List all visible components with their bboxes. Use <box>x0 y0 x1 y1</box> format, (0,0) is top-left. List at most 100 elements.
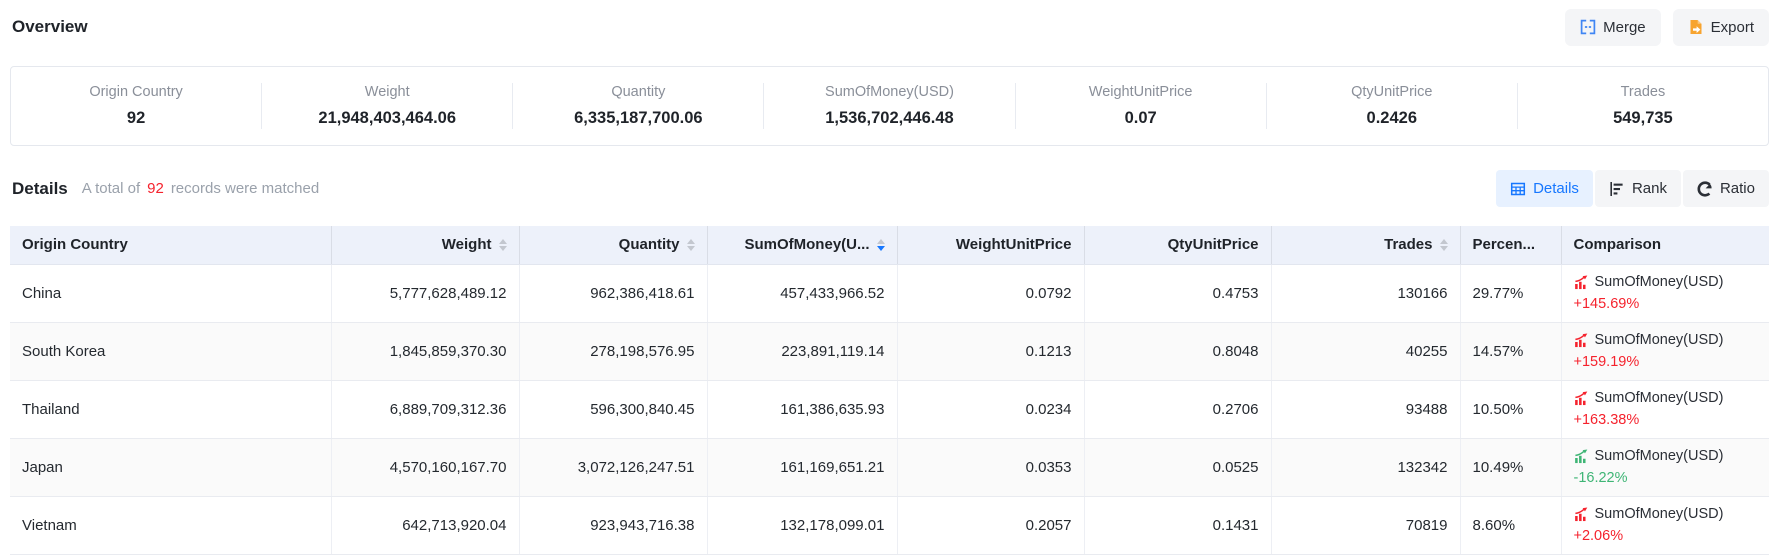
stat-label: Origin Country <box>11 84 261 100</box>
comparison: SumOfMoney(USD) -16.22% <box>1574 448 1758 486</box>
cell-sum-of-money: 457,433,966.52 <box>707 264 897 322</box>
stat-value: 21,948,403,464.06 <box>262 109 512 128</box>
column-header-comparison: Comparison <box>1561 226 1769 264</box>
stat-label: QtyUnitPrice <box>1267 84 1517 100</box>
tab-details-label: Details <box>1533 180 1579 197</box>
cell-sum-of-money: 223,891,119.14 <box>707 322 897 380</box>
tab-rank-label: Rank <box>1632 180 1667 197</box>
comparison: SumOfMoney(USD) +159.19% <box>1574 332 1758 370</box>
cell-quantity: 278,198,576.95 <box>519 322 707 380</box>
topbar-actions: Merge Export <box>1565 9 1769 46</box>
trend-chart-icon <box>1574 333 1589 348</box>
table-row[interactable]: China 5,777,628,489.12 962,386,418.61 45… <box>10 264 1769 322</box>
cell-percent: 10.49% <box>1460 438 1561 496</box>
cell-trades: 93488 <box>1271 380 1460 438</box>
cell-quantity: 596,300,840.45 <box>519 380 707 438</box>
sort-carets[interactable] <box>687 239 695 251</box>
cell-qty-unit-price: 0.2706 <box>1084 380 1271 438</box>
cell-qty-unit-price: 0.8048 <box>1084 322 1271 380</box>
comparison-change: +159.19% <box>1574 354 1758 370</box>
page: Overview Merge Export Origin Country 92 … <box>0 0 1779 555</box>
merge-icon <box>1580 19 1596 35</box>
column-header-origin-country: Origin Country <box>10 226 331 264</box>
column-header-quantity[interactable]: Quantity <box>519 226 707 264</box>
cell-comparison: SumOfMoney(USD) -16.22% <box>1561 438 1769 496</box>
merge-button-label: Merge <box>1603 19 1646 36</box>
stat-label: Quantity <box>513 84 763 100</box>
column-header-sum-of-money[interactable]: SumOfMoney(U... <box>707 226 897 264</box>
cell-percent: 29.77% <box>1460 264 1561 322</box>
comparison-change: +163.38% <box>1574 412 1758 428</box>
comparison-change: -16.22% <box>1574 470 1758 486</box>
trend-chart-icon <box>1574 449 1589 464</box>
table-row[interactable]: South Korea 1,845,859,370.30 278,198,576… <box>10 322 1769 380</box>
cell-quantity: 3,072,126,247.51 <box>519 438 707 496</box>
table-row[interactable]: Japan 4,570,160,167.70 3,072,126,247.51 … <box>10 438 1769 496</box>
table-row[interactable]: Thailand 6,889,709,312.36 596,300,840.45… <box>10 380 1769 438</box>
cell-qty-unit-price: 0.4753 <box>1084 264 1271 322</box>
cell-weight: 4,570,160,167.70 <box>331 438 519 496</box>
stat-label: Weight <box>262 84 512 100</box>
column-header-trades[interactable]: Trades <box>1271 226 1460 264</box>
export-icon <box>1688 19 1704 35</box>
stat-value: 0.2426 <box>1267 109 1517 128</box>
cell-weight: 5,777,628,489.12 <box>331 264 519 322</box>
record-count-text: A total of92records were matched <box>82 180 319 197</box>
merge-button[interactable]: Merge <box>1565 9 1661 46</box>
comparison: SumOfMoney(USD) +145.69% <box>1574 274 1758 312</box>
stat-sum-of-money: SumOfMoney(USD) 1,536,702,446.48 <box>764 83 1015 129</box>
comparison-metric: SumOfMoney(USD) <box>1595 448 1724 464</box>
stat-label: SumOfMoney(USD) <box>764 84 1014 100</box>
tab-ratio-label: Ratio <box>1720 180 1755 197</box>
sort-carets[interactable] <box>1440 239 1448 251</box>
cell-sum-of-money: 161,169,651.21 <box>707 438 897 496</box>
sort-carets[interactable] <box>877 239 885 251</box>
stat-quantity: Quantity 6,335,187,700.06 <box>513 83 764 129</box>
column-header-qty-unit-price: QtyUnitPrice <box>1084 226 1271 264</box>
tab-ratio[interactable]: Ratio <box>1683 170 1769 207</box>
details-bar: Details A total of92records were matched… <box>10 170 1769 207</box>
cell-trades: 130166 <box>1271 264 1460 322</box>
comparison: SumOfMoney(USD) +2.06% <box>1574 506 1758 544</box>
tab-rank[interactable]: Rank <box>1595 170 1681 207</box>
details-title: Details <box>12 179 68 199</box>
cell-qty-unit-price: 0.1431 <box>1084 496 1271 554</box>
page-title: Overview <box>12 17 88 37</box>
column-header-weight-unit-price: WeightUnitPrice <box>897 226 1084 264</box>
trend-chart-icon <box>1574 391 1589 406</box>
table-row[interactable]: Vietnam 642,713,920.04 923,943,716.38 13… <box>10 496 1769 554</box>
export-button-label: Export <box>1711 19 1754 36</box>
comparison-metric: SumOfMoney(USD) <box>1595 390 1724 406</box>
comparison-change: +2.06% <box>1574 528 1758 544</box>
record-count: 92 <box>147 180 164 197</box>
stat-label: WeightUnitPrice <box>1016 84 1266 100</box>
cell-origin-country: Vietnam <box>10 496 331 554</box>
cell-weight-unit-price: 0.0792 <box>897 264 1084 322</box>
export-button[interactable]: Export <box>1673 9 1769 46</box>
sort-carets[interactable] <box>499 239 507 251</box>
details-table: Origin Country Weight Quantity SumOfMone… <box>10 226 1769 555</box>
stat-trades: Trades 549,735 <box>1518 83 1768 129</box>
trend-chart-icon <box>1574 275 1589 290</box>
trend-chart-icon <box>1574 507 1589 522</box>
cell-comparison: SumOfMoney(USD) +2.06% <box>1561 496 1769 554</box>
view-switch: Details Rank Ratio <box>1496 170 1769 207</box>
cell-sum-of-money: 132,178,099.01 <box>707 496 897 554</box>
comparison-metric: SumOfMoney(USD) <box>1595 506 1724 522</box>
cell-comparison: SumOfMoney(USD) +159.19% <box>1561 322 1769 380</box>
stat-weight-unit-price: WeightUnitPrice 0.07 <box>1016 83 1267 129</box>
cell-sum-of-money: 161,386,635.93 <box>707 380 897 438</box>
column-header-weight[interactable]: Weight <box>331 226 519 264</box>
stat-weight: Weight 21,948,403,464.06 <box>262 83 513 129</box>
comparison-change: +145.69% <box>1574 296 1758 312</box>
column-header-percent: Percen... <box>1460 226 1561 264</box>
table-icon <box>1510 181 1526 197</box>
cell-quantity: 923,943,716.38 <box>519 496 707 554</box>
tab-details[interactable]: Details <box>1496 170 1593 207</box>
cell-weight: 6,889,709,312.36 <box>331 380 519 438</box>
cell-comparison: SumOfMoney(USD) +163.38% <box>1561 380 1769 438</box>
cell-origin-country: China <box>10 264 331 322</box>
stat-label: Trades <box>1518 84 1768 100</box>
cell-comparison: SumOfMoney(USD) +145.69% <box>1561 264 1769 322</box>
rank-icon <box>1609 181 1625 197</box>
